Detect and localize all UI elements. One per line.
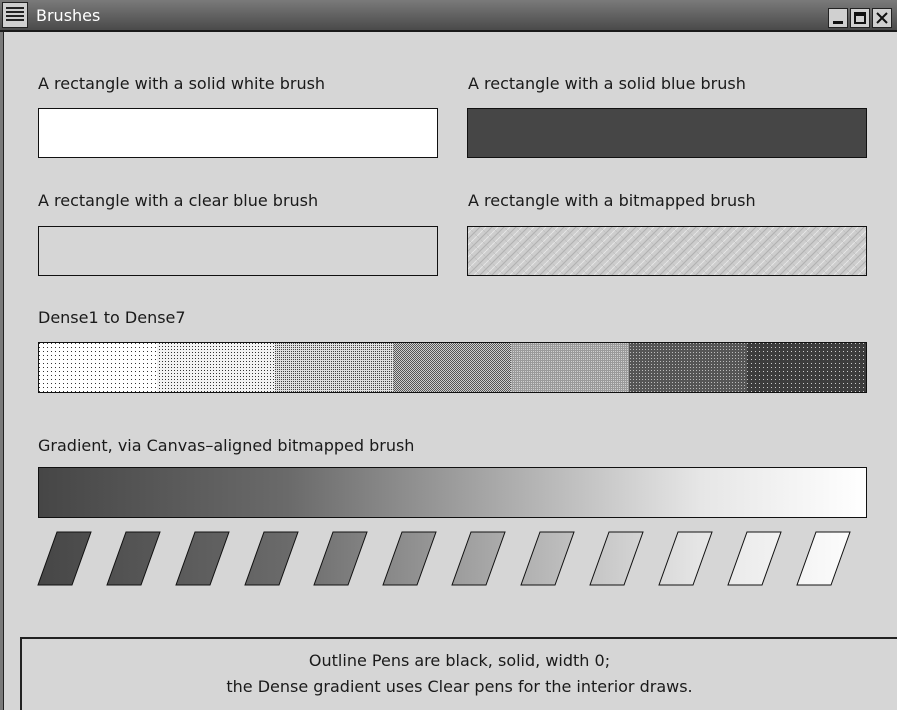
parallelogram-12: [796, 531, 851, 586]
dense-rectangle: [38, 342, 867, 393]
maximize-button[interactable]: [850, 8, 870, 28]
status-line-2: the Dense gradient uses Clear pens for t…: [226, 677, 693, 696]
dense2-segment: [157, 343, 276, 392]
solid-white-rectangle: [38, 108, 438, 158]
dense5-segment: [511, 343, 630, 392]
parallelogram-11: [727, 531, 782, 586]
parallelogram-9: [589, 531, 644, 586]
dense-label: Dense1 to Dense7: [38, 308, 186, 327]
dense1-segment: [39, 343, 158, 392]
parallelogram-4: [244, 531, 299, 586]
parallelogram-3: [175, 531, 230, 586]
clear-blue-label: A rectangle with a clear blue brush: [38, 191, 319, 210]
status-line-1: Outline Pens are black, solid, width 0;: [308, 651, 611, 670]
dense4-segment: [393, 343, 512, 392]
parallelogram-2: [106, 531, 161, 586]
dense7-segment: [747, 343, 866, 392]
bitmapped-label: A rectangle with a bitmapped brush: [468, 191, 756, 210]
solid-blue-rectangle: [467, 108, 867, 158]
parallelogram-6: [382, 531, 437, 586]
close-button[interactable]: [872, 8, 892, 28]
bitmapped-rectangle: [467, 226, 867, 276]
window-title: Brushes: [36, 6, 101, 25]
solid-blue-label: A rectangle with a solid blue brush: [468, 74, 746, 93]
window-left-border: [0, 32, 4, 710]
parallelogram-7: [451, 531, 506, 586]
minimize-button[interactable]: [828, 8, 848, 28]
dense6-segment: [629, 343, 748, 392]
gradient-rectangle: [38, 467, 867, 518]
title-bar[interactable]: Brushes: [0, 0, 897, 32]
parallelogram-8: [520, 531, 575, 586]
solid-white-label: A rectangle with a solid white brush: [38, 74, 326, 93]
dense3-segment: [275, 343, 394, 392]
status-panel: Outline Pens are black, solid, width 0; …: [20, 637, 897, 710]
clear-blue-rectangle: [38, 226, 438, 276]
parallelogram-10: [658, 531, 713, 586]
parallelogram-5: [313, 531, 368, 586]
parallelogram-1: [37, 531, 92, 586]
brushes-window: Brushes A rectangle with a solid white b…: [0, 0, 897, 710]
gradient-label: Gradient, via Canvas–aligned bitmapped b…: [38, 436, 415, 455]
gradient-parallelograms: [37, 531, 851, 586]
window-menu-icon[interactable]: [2, 2, 28, 28]
